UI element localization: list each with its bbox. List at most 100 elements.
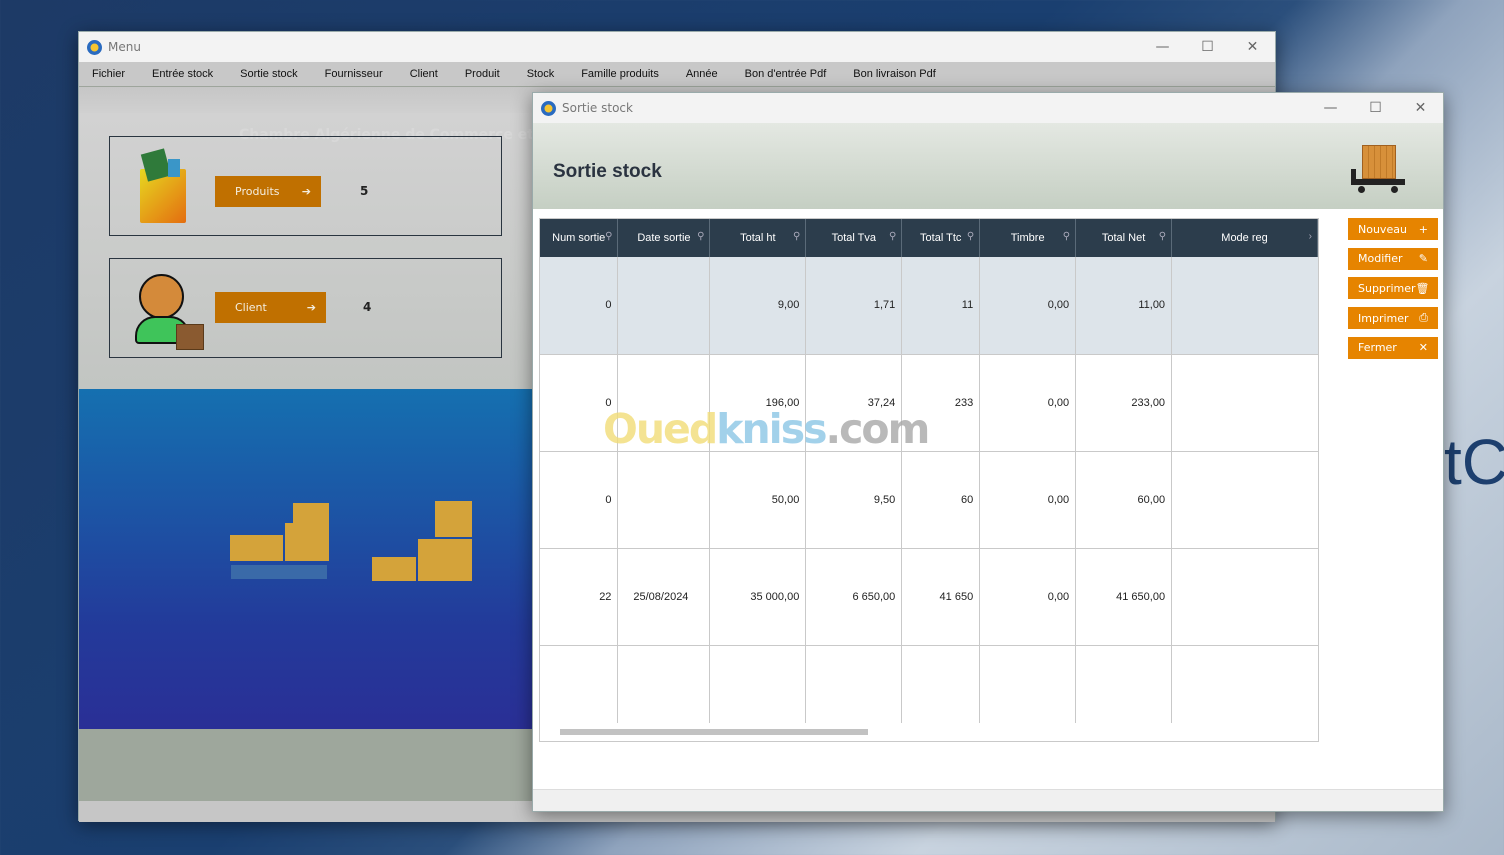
table-cell — [1171, 257, 1318, 355]
search-icon[interactable]: ⚲ — [1063, 231, 1070, 242]
column-header[interactable]: Timbre ⚲ — [979, 219, 1077, 257]
close-button[interactable]: ✕ — [1230, 39, 1275, 55]
client-card: Client ➔ 4 — [109, 258, 502, 358]
close-button[interactable]: ✕ — [1398, 100, 1443, 116]
minimize-button[interactable]: — — [1308, 100, 1353, 116]
menu-item-10[interactable]: Bon livraison Pdf — [853, 68, 936, 80]
horizontal-scrollbar[interactable] — [540, 723, 1318, 741]
menu-item-3[interactable]: Fournisseur — [325, 68, 383, 80]
pallet-boxes-icon — [229, 501, 331, 581]
imprimer-button[interactable]: Imprimer ⎙ — [1348, 307, 1438, 330]
column-label: Total Tva — [831, 232, 877, 244]
sortie-table: Num sortie ⚲ Date sortie ⚲ Total ht ⚲ Total Tv… — [539, 218, 1319, 742]
menu-item-5[interactable]: Produit — [465, 68, 500, 80]
table-cell: 60,00 — [1075, 451, 1173, 549]
table-row[interactable]: 0 9,00 1,71 11 0,00 11,00 — [540, 257, 1318, 355]
column-header[interactable]: Num sortie ⚲ — [540, 219, 619, 257]
search-icon[interactable]: ⚲ — [967, 231, 974, 242]
search-icon[interactable]: ⚲ — [1159, 231, 1166, 242]
column-header[interactable]: Total Net ⚲ — [1075, 219, 1173, 257]
table-cell: 233,00 — [1075, 354, 1173, 452]
status-bar — [533, 789, 1443, 811]
column-header[interactable]: Total ht ⚲ — [709, 219, 807, 257]
watermark: Ouedkniss.com — [603, 405, 930, 453]
column-header[interactable]: Total Ttc ⚲ — [901, 219, 981, 257]
table-cell: 22 — [540, 548, 619, 646]
page-title: Sortie stock — [553, 161, 662, 182]
table-cell — [617, 451, 711, 549]
search-icon[interactable]: ⚲ — [605, 231, 612, 242]
table-cell: 1,71 — [805, 257, 903, 355]
table-cell: 0,00 — [979, 257, 1077, 355]
menu-item-4[interactable]: Client — [410, 68, 438, 80]
produits-card: Produits ➔ 5 — [109, 136, 502, 236]
table-cell: 41 650,00 — [1075, 548, 1173, 646]
table-cell: 60 — [901, 451, 981, 549]
column-header[interactable]: Mode reg › — [1171, 219, 1318, 257]
app-icon — [87, 39, 102, 55]
table-cell: 0 — [540, 451, 619, 549]
fermer-icon: ✕ — [1418, 341, 1428, 355]
table-cell: 11,00 — [1075, 257, 1173, 355]
produits-label: Produits — [235, 185, 280, 198]
shopping-bag-icon — [140, 148, 186, 223]
imprimer-icon: ⎙ — [1419, 311, 1428, 325]
modifier-icon: ✎ — [1418, 252, 1428, 266]
column-label: Total Net — [1101, 232, 1146, 244]
menu-item-6[interactable]: Stock — [527, 68, 555, 80]
nouveau-button[interactable]: Nouveau + — [1348, 218, 1438, 240]
table-cell: 25/08/2024 — [617, 548, 711, 646]
fermer-button[interactable]: Fermer ✕ — [1348, 336, 1438, 359]
nouveau-icon: + — [1418, 222, 1428, 236]
table-cell: 0 — [540, 257, 619, 355]
menu-item-9[interactable]: Bon d'entrée Pdf — [745, 68, 827, 80]
stacked-boxes-icon — [371, 501, 473, 583]
column-label: Total ht — [740, 232, 776, 244]
produits-count: 5 — [360, 184, 369, 198]
table-cell: 35 000,00 — [709, 548, 807, 646]
table-cell: 50,00 — [709, 451, 807, 549]
table-cell — [1171, 354, 1318, 452]
menu-item-1[interactable]: Entrée stock — [152, 68, 213, 80]
window-title: Sortie stock — [562, 101, 633, 115]
table-row[interactable]: 22 25/08/2024 35 000,00 6 650,00 41 650 0,00 4… — [540, 548, 1318, 646]
menu-bar: Fichier Entrée stock Sortie stock Fournisse… — [79, 62, 1275, 86]
client-button[interactable]: Client ➔ — [215, 292, 326, 323]
maximize-button[interactable]: ☐ — [1185, 39, 1230, 55]
supprimer-button[interactable]: Supprimer 🗑 — [1348, 277, 1438, 300]
menu-item-0[interactable]: Fichier — [92, 68, 125, 80]
client-count: 4 — [363, 300, 372, 314]
table-cell — [617, 257, 711, 355]
search-icon[interactable]: ⚲ — [697, 231, 704, 242]
client-icon — [135, 274, 207, 350]
maximize-button[interactable]: ☐ — [1353, 100, 1398, 116]
menu-item-2[interactable]: Sortie stock — [240, 68, 297, 80]
table-cell: 9,50 — [805, 451, 903, 549]
column-header[interactable]: Date sortie ⚲ — [617, 219, 711, 257]
button-label: Nouveau — [1358, 222, 1407, 236]
table-row[interactable]: 0 50,00 9,50 60 0,00 60,00 — [540, 451, 1318, 549]
column-label: Mode reg — [1221, 232, 1268, 244]
search-icon[interactable]: ⚲ — [889, 231, 896, 242]
column-label: Date sortie — [637, 232, 691, 244]
column-header[interactable]: Total Tva ⚲ — [805, 219, 903, 257]
produits-button[interactable]: Produits ➔ — [215, 176, 321, 207]
table-cell: 0,00 — [979, 451, 1077, 549]
crate-trolley-icon — [1351, 143, 1407, 195]
search-icon[interactable]: ⚲ — [793, 231, 800, 242]
menu-item-7[interactable]: Famille produits — [581, 68, 659, 80]
column-label: Num sortie — [552, 232, 606, 244]
button-label: Fermer — [1358, 341, 1397, 355]
scrollbar-thumb[interactable] — [560, 729, 868, 735]
button-label: Modifier — [1358, 252, 1403, 266]
column-label: Timbre — [1010, 232, 1045, 244]
arrow-right-icon: ➔ — [306, 301, 316, 314]
menu-item-8[interactable]: Année — [686, 68, 718, 80]
table-cell: 0,00 — [979, 354, 1077, 452]
chevron-right-icon[interactable]: › — [1309, 231, 1312, 242]
table-cell — [1171, 548, 1318, 646]
page-header: Sortie stock — [533, 123, 1443, 209]
sortie-stock-window: Sortie stock — ☐ ✕ Sortie stock Num sortie… — [532, 92, 1444, 812]
modifier-button[interactable]: Modifier ✎ — [1348, 247, 1438, 270]
minimize-button[interactable]: — — [1140, 39, 1185, 55]
